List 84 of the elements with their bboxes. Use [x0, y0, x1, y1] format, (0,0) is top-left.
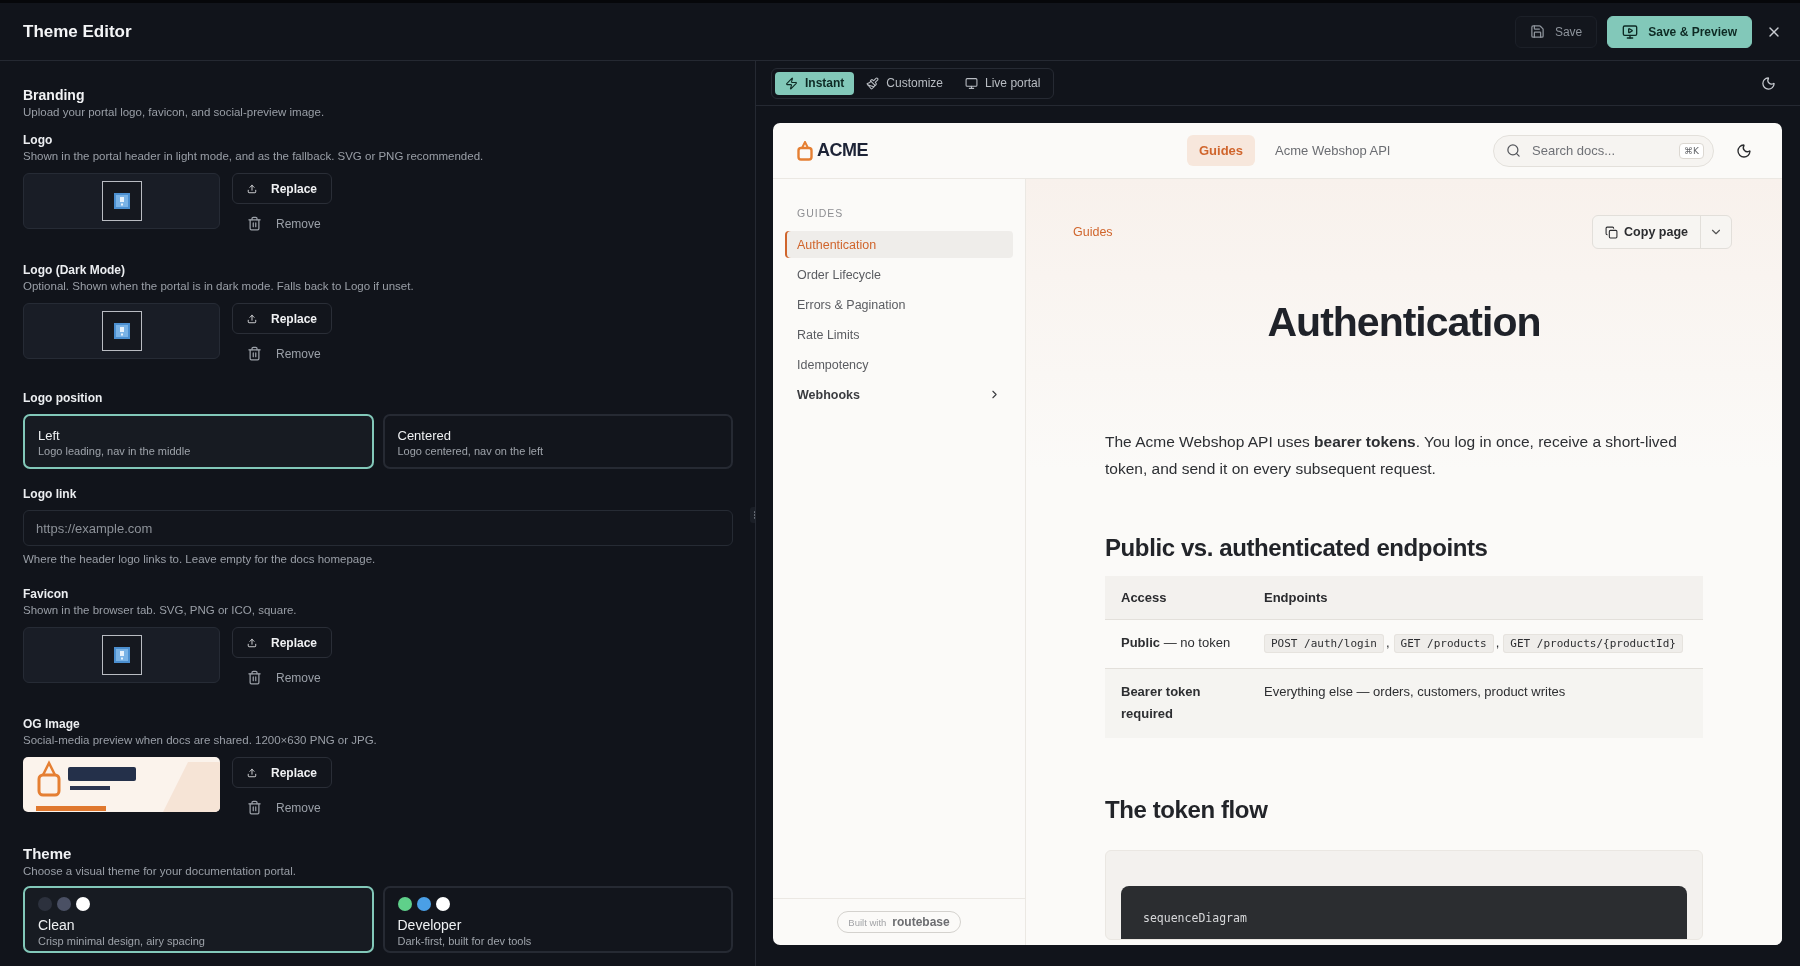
field-help: Where the header logo links to. Leave empty for the docs homepage. — [23, 553, 377, 565]
moon-icon — [1761, 75, 1776, 91]
theme-card[interactable]: Developer Dark-first, built for dev tools — [382, 886, 733, 953]
theme-name: Clean — [38, 917, 76, 933]
replace-button[interactable]: Replace — [232, 757, 332, 788]
option-description: Logo leading, nav in the middle — [38, 445, 192, 457]
section-title: Branding — [23, 87, 86, 103]
option-description: Logo centered, nav on the left — [397, 445, 545, 457]
separator-text: , — [1385, 635, 1390, 650]
theme-description: Crisp minimal design, airy spacing — [38, 935, 206, 947]
url-input-field[interactable]: https://example.com — [23, 510, 733, 546]
shopping-bag-icon — [797, 140, 813, 161]
column-header: Access — [1105, 576, 1248, 620]
replace-button[interactable]: Replace — [232, 627, 332, 658]
broken-image-icon — [113, 193, 130, 209]
remove-button[interactable]: Remove — [232, 208, 336, 239]
remove-button[interactable]: Remove — [232, 662, 336, 693]
trash-icon — [247, 216, 262, 231]
window-title: Theme Editor — [23, 21, 133, 42]
separator-text: , — [1495, 635, 1500, 650]
brush-icon — [866, 76, 880, 90]
field-label: Logo (Dark Mode) — [23, 263, 126, 277]
breadcrumb-link[interactable]: Guides — [1073, 225, 1113, 239]
field-description: Shown in the portal header in light mode, and as the fallback. SVG or PNG recommended. — [23, 150, 485, 162]
field-label: OG Image — [23, 717, 81, 731]
broken-image-icon — [113, 647, 130, 663]
copy-icon — [1605, 225, 1619, 239]
field-label: Logo — [23, 133, 54, 147]
logo-text[interactable]: ACME — [817, 140, 868, 161]
mode-tab[interactable]: Live portal — [955, 71, 1051, 95]
code-text: sequenceDiagram — [1143, 911, 1247, 925]
save-preview-button[interactable]: Save & Preview — [1607, 15, 1752, 48]
theme-name: Developer — [397, 917, 463, 933]
theme-description: Dark-first, built for dev tools — [397, 935, 533, 947]
section-description: Choose a visual theme for your documentation portal. — [23, 865, 297, 877]
sidebar-heading: GUIDES — [796, 207, 845, 219]
field-description: Social-media preview when docs are shared. 1200×630 PNG or JPG. — [23, 734, 378, 746]
trash-icon — [247, 670, 262, 685]
sidebar-item[interactable]: Errors & Pagination — [785, 291, 1013, 318]
field-description: Optional. Shown when the portal is in dark mode. Falls back to Logo if unset. — [23, 280, 415, 292]
table-cell: Public — no token — [1105, 619, 1248, 669]
monitor-icon — [965, 76, 979, 90]
save-button[interactable]: Save — [1514, 15, 1598, 48]
field-label: Favicon — [23, 587, 70, 601]
page-title: Authentication — [1266, 299, 1542, 346]
code-snippet: POST /auth/login — [1264, 634, 1384, 653]
nav-link[interactable]: Acme Webshop API — [1263, 135, 1403, 166]
save-icon — [1529, 24, 1545, 39]
field-description: Shown in the browser tab. SVG, PNG or ICO, square. — [23, 604, 298, 616]
field-label: Logo position — [23, 391, 104, 405]
mode-tab[interactable]: Instant — [775, 71, 855, 95]
replace-button[interactable]: Replace — [232, 173, 332, 204]
moon-icon — [1736, 142, 1752, 159]
lightning-icon — [785, 76, 798, 90]
broken-image-icon — [113, 323, 130, 339]
intro-paragraph: The Acme Webshop API uses bearer tokens. You log in once, receive a short-lived token, and send it on every subsequent request. — [1105, 432, 1678, 479]
sidebar-item[interactable]: Order Lifecycle — [785, 261, 1013, 288]
sidebar-item[interactable]: Webhooks — [785, 381, 1013, 408]
sidebar-item[interactable]: Idempotency — [785, 351, 1013, 378]
badge-brand: routebase — [892, 915, 950, 929]
option-card[interactable]: Left Logo leading, nav in the middle — [23, 414, 374, 469]
section-heading: Public vs. authenticated endpoints — [1105, 534, 1489, 562]
field-label: Logo link — [23, 487, 78, 501]
section-heading: The token flow — [1105, 796, 1269, 824]
remove-button[interactable]: Remove — [232, 792, 336, 823]
remove-button[interactable]: Remove — [232, 338, 336, 369]
badge-prefix: Built with — [848, 917, 887, 928]
monitor-play-icon — [1622, 23, 1639, 40]
option-card[interactable]: Centered Logo centered, nav on the left — [382, 414, 733, 469]
option-title: Centered — [397, 428, 452, 443]
option-title: Left — [38, 428, 61, 443]
trash-icon — [247, 346, 262, 361]
section-title: Theme — [23, 845, 73, 862]
mode-tab[interactable]: Customize — [856, 71, 954, 95]
replace-button[interactable]: Replace — [232, 303, 332, 334]
trash-icon — [247, 800, 262, 815]
column-header: Endpoints — [1248, 576, 1703, 620]
code-snippet: GET /products — [1393, 634, 1494, 653]
theme-card[interactable]: Clean Crisp minimal design, airy spacing — [23, 886, 374, 953]
code-snippet: GET /products/{productId} — [1503, 634, 1683, 653]
section-description: Upload your portal logo, favicon, and social-preview image. — [23, 106, 326, 118]
table-cell: Bearer token required — [1105, 668, 1248, 738]
sidebar-item[interactable]: Rate Limits — [785, 321, 1013, 348]
cell-text: Everything else — orders, customers, product writes — [1264, 684, 1566, 699]
